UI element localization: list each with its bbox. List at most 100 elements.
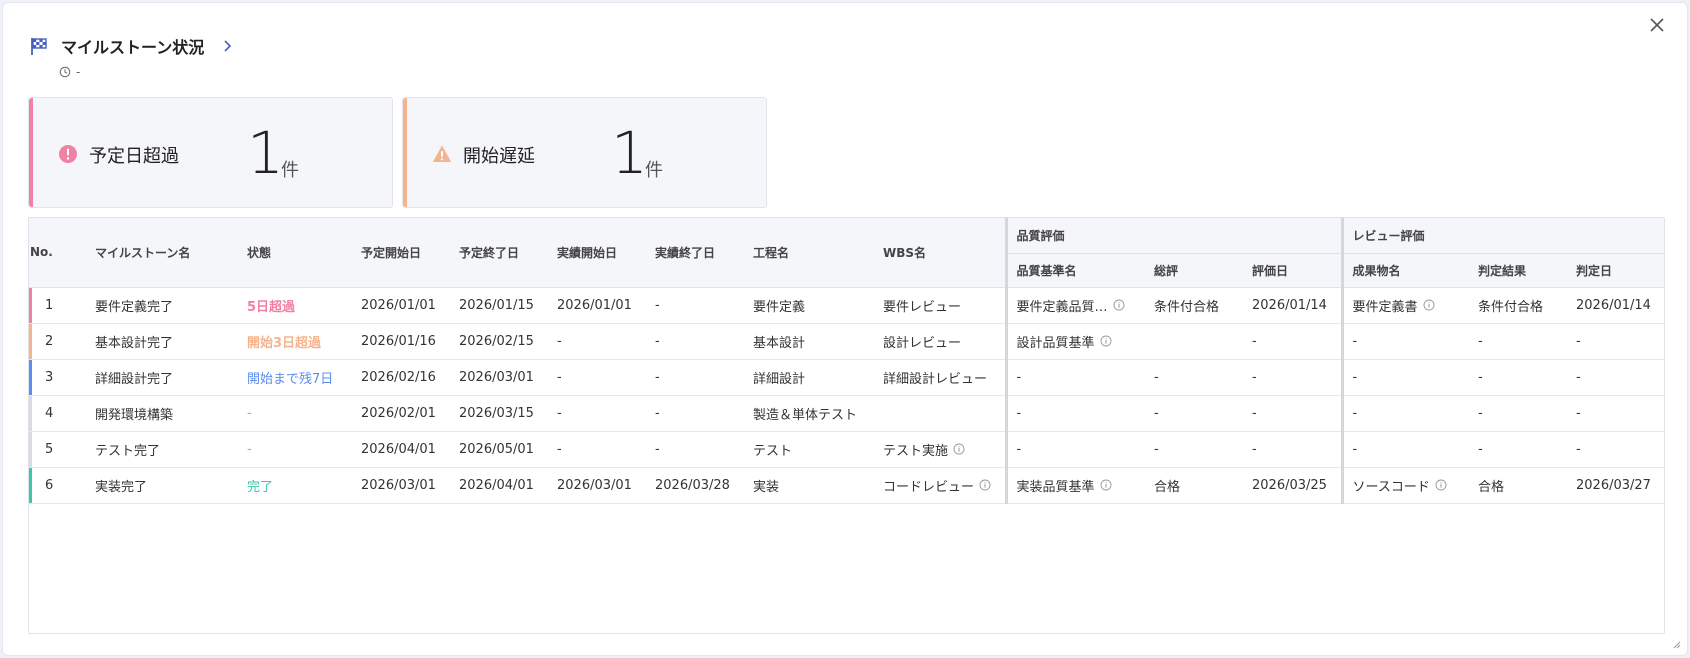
info-icon[interactable]: [1100, 335, 1112, 347]
resize-grip-icon[interactable]: [1673, 641, 1681, 649]
cell-text: -: [1154, 441, 1159, 457]
card-label: 開始遅延: [463, 146, 535, 167]
cell-r-deliverable: -: [1340, 323, 1470, 360]
info-icon[interactable]: [1113, 299, 1125, 311]
header-group-quality: 品質評価: [1004, 218, 1343, 254]
cell-text: 開始3日超過: [247, 335, 322, 351]
cell-process: 製造＆単体テスト: [744, 395, 874, 432]
table-row[interactable]: 1 要件定義完了 5日超過 2026/01/01 2026/01/15 2026/01/0…: [29, 287, 1664, 324]
cell-name: 基本設計完了: [86, 323, 238, 360]
table-row[interactable]: 4 開発環境構築 - 2026/02/01 2026/03/15 - - 製造＆単体テスト - -…: [29, 395, 1664, 432]
cell-plan-start: 2026/01/01: [352, 287, 450, 324]
cell-q-overall: 合格: [1145, 467, 1243, 504]
card-unit: 件: [645, 160, 663, 181]
cell-q-date: -: [1243, 359, 1343, 396]
cell-text: -: [1576, 441, 1581, 457]
cell-actual-end: -: [646, 287, 744, 324]
cell-text: 詳細設計レビュー: [883, 371, 988, 387]
cell-no: 1: [29, 287, 86, 324]
last-updated: -: [59, 65, 234, 79]
cell-text: 2026/01/15: [459, 297, 534, 313]
cell-wbs: 設計レビュー: [874, 323, 1006, 360]
cell-no-value: 2: [45, 333, 54, 349]
close-button[interactable]: [1645, 13, 1669, 37]
cell-text: 2026/01/01: [361, 297, 436, 313]
table-row[interactable]: 2 基本設計完了 開始3日超過 2026/01/16 2026/02/15 - - 基本設計 設…: [29, 323, 1664, 360]
cell-text: -: [557, 441, 562, 457]
cell-q-overall: -: [1145, 395, 1243, 432]
cell-r-date: 2026/01/14: [1567, 287, 1664, 324]
cell-text: 設計レビュー: [883, 335, 962, 351]
info-icon[interactable]: [1423, 299, 1435, 311]
cell-r-date: -: [1567, 431, 1664, 468]
info-icon[interactable]: [1100, 479, 1112, 491]
cell-no-value: 4: [45, 405, 54, 421]
cell-actual-end: -: [646, 359, 744, 396]
overdue-card[interactable]: 予定日超過 1 件: [28, 97, 393, 208]
cell-name: 詳細設計完了: [86, 359, 238, 396]
cell-text: -: [1478, 405, 1483, 421]
cell-text: 詳細設計完了: [95, 371, 174, 387]
cell-process: 要件定義: [744, 287, 874, 324]
status-bar: [29, 395, 32, 430]
cell-q-standard: -: [1004, 395, 1145, 432]
cell-text: 実装品質基準: [1016, 479, 1095, 495]
cell-text: 条件付合格: [1154, 299, 1220, 315]
chevron-right-icon[interactable]: [220, 39, 234, 53]
page-title: マイルストーン状況: [61, 38, 205, 57]
cell-text: 基本設計完了: [95, 335, 174, 351]
cell-text: 2026/02/15: [459, 333, 534, 349]
cell-plan-end: 2026/03/15: [450, 395, 548, 432]
cell-actual-start: -: [548, 323, 646, 360]
cell-text: -: [1016, 441, 1022, 457]
cell-text: 基本設計: [753, 335, 806, 351]
cell-r-result: -: [1469, 431, 1568, 468]
info-icon[interactable]: [1435, 479, 1447, 491]
cell-text: -: [1576, 333, 1581, 349]
cell-status: 開始まで残7日: [238, 359, 352, 396]
info-icon[interactable]: [953, 443, 965, 455]
status-bar: [29, 467, 32, 502]
cell-actual-end: -: [646, 323, 744, 360]
cell-q-date: 2026/03/25: [1243, 467, 1343, 504]
header-process: 工程名: [744, 218, 874, 288]
cell-text: -: [1352, 369, 1358, 385]
milestone-dialog: マイルストーン状況 - 予定日超過 1 件 開始遅延 1 件 No. マイルスト…: [2, 2, 1688, 656]
header-status: 状態: [238, 218, 352, 288]
cell-text: テスト実施: [883, 443, 949, 459]
header-group-review: レビュー評価: [1340, 218, 1664, 254]
cell-text: -: [557, 369, 562, 385]
info-icon[interactable]: [979, 479, 991, 491]
header-actual-end: 実績終了日: [646, 218, 744, 288]
cell-text: 実装完了: [95, 479, 148, 495]
cell-text: 開発環境構築: [95, 407, 174, 423]
cell-name: 要件定義完了: [86, 287, 238, 324]
cell-text: 2026/02/01: [361, 405, 436, 421]
cell-text: -: [557, 333, 562, 349]
cell-actual-end: -: [646, 431, 744, 468]
table-row[interactable]: 3 詳細設計完了 開始まで残7日 2026/02/16 2026/03/01 - - 詳細設計…: [29, 359, 1664, 396]
cell-no: 2: [29, 323, 86, 360]
cell-no-value: 3: [45, 369, 54, 385]
cell-q-date: -: [1243, 431, 1343, 468]
close-icon: [1650, 18, 1664, 32]
cell-r-date: -: [1567, 395, 1664, 432]
cell-text: ソースコード: [1352, 479, 1430, 495]
cell-r-deliverable: 要件定義書: [1340, 287, 1470, 324]
cell-actual-end: 2026/03/28: [646, 467, 744, 504]
table-row[interactable]: 6 実装完了 完了 2026/03/01 2026/04/01 2026/03/01 202…: [29, 467, 1664, 504]
table-row[interactable]: 5 テスト完了 - 2026/04/01 2026/05/01 - - テスト テスト実施 - - -…: [29, 431, 1664, 468]
cell-name: テスト完了: [86, 431, 238, 468]
cell-text: -: [1576, 369, 1581, 385]
cell-r-date: -: [1567, 359, 1664, 396]
cell-plan-start: 2026/01/16: [352, 323, 450, 360]
header-r-result: 判定結果: [1469, 253, 1568, 288]
cell-text: -: [655, 369, 660, 385]
cell-plan-start: 2026/04/01: [352, 431, 450, 468]
cell-no-value: 1: [45, 297, 54, 313]
delay-card[interactable]: 開始遅延 1 件: [402, 97, 767, 208]
cell-text: 要件レビュー: [883, 299, 962, 315]
cell-r-deliverable: -: [1340, 431, 1470, 468]
card-accent: [403, 98, 407, 207]
cell-plan-end: 2026/04/01: [450, 467, 548, 504]
